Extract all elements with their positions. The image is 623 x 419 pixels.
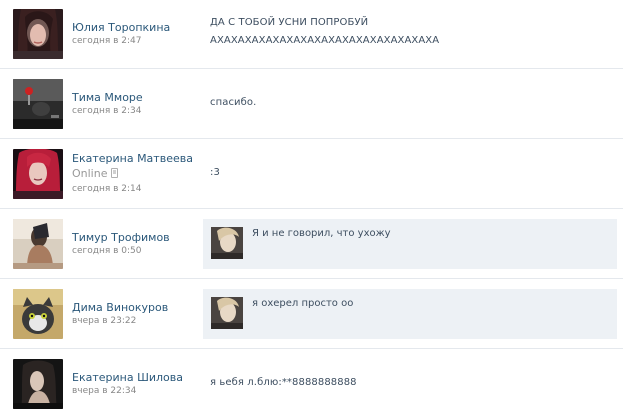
dialog-row[interactable]: Екатерина Матвеева Online сегодня в 2:14… — [0, 139, 623, 209]
message-text: я ьебя л.блю:**8888888888 — [210, 377, 357, 388]
message-text: АХАХАХАХАХАХАХАХАХАХАХАХАХАХАХАХА — [210, 35, 440, 46]
online-status: Online — [72, 167, 119, 181]
avatar[interactable] — [13, 9, 63, 59]
own-reply-box[interactable]: я охерел просто оо — [203, 289, 617, 339]
mobile-icon — [111, 168, 119, 178]
dialog-row[interactable]: Тима Мморе сегодня в 2:34 спасибо. — [0, 69, 623, 139]
user-name[interactable]: Тима Мморе — [72, 91, 143, 105]
user-name[interactable]: Тимур Трофимов — [72, 231, 170, 245]
avatar[interactable] — [13, 289, 63, 339]
user-name[interactable]: Екатерина Матвеева — [72, 152, 193, 166]
message-time: сегодня в 2:47 — [72, 36, 142, 46]
dialog-list: Юлия Торопкина сегодня в 2:47 ДА С ТОБОЙ… — [0, 0, 623, 419]
message-time: вчера в 23:22 — [72, 316, 137, 326]
dialog-row[interactable]: Юлия Торопкина сегодня в 2:47 ДА С ТОБОЙ… — [0, 0, 623, 70]
user-name[interactable]: Юлия Торопкина — [72, 21, 170, 35]
reply-text: Я и не говорил, что ухожу — [252, 228, 391, 239]
message-time: сегодня в 0:50 — [72, 246, 142, 256]
own-avatar[interactable] — [211, 297, 243, 329]
message-time: сегодня в 2:34 — [72, 106, 142, 116]
own-reply-box[interactable]: Я и не говорил, что ухожу — [203, 219, 617, 269]
avatar[interactable] — [13, 219, 63, 269]
dialog-row[interactable]: Екатерина Шилова вчера в 22:34 я ьебя л.… — [0, 349, 623, 419]
reply-text: я охерел просто оо — [252, 298, 354, 309]
dialog-row[interactable]: Тимур Трофимов сегодня в 0:50 Я и не гов… — [0, 209, 623, 279]
user-name[interactable]: Дима Винокуров — [72, 301, 168, 315]
message-time: вчера в 22:34 — [72, 386, 137, 396]
message-time: сегодня в 2:14 — [72, 184, 142, 194]
message-text: ДА С ТОБОЙ УСНИ ПОПРОБУЙ — [210, 17, 369, 28]
user-name[interactable]: Екатерина Шилова — [72, 371, 183, 385]
avatar[interactable] — [13, 79, 63, 129]
message-text: :3 — [210, 167, 220, 178]
dialog-row[interactable]: Дима Винокуров вчера в 23:22 я охерел пр… — [0, 279, 623, 349]
message-text: спасибо. — [210, 97, 257, 108]
own-avatar[interactable] — [211, 227, 243, 259]
online-label: Online — [72, 167, 108, 180]
avatar[interactable] — [13, 359, 63, 409]
avatar[interactable] — [13, 149, 63, 199]
